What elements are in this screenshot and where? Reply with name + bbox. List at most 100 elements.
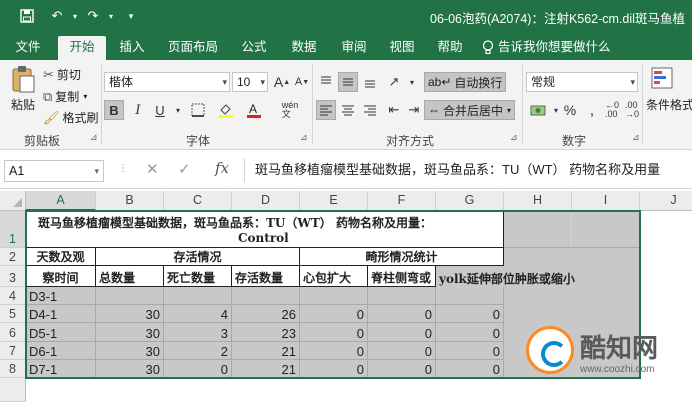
formula-input[interactable]: 斑马鱼移植瘤模型基础数据，斑马鱼品系：TU（WT） 药物名称及用量: [244, 158, 692, 182]
copy-dropdown-icon[interactable]: ▾: [83, 92, 87, 101]
data-cell[interactable]: 30: [96, 323, 164, 342]
cell-b2[interactable]: 存活情况: [96, 248, 300, 266]
align-top-icon[interactable]: [316, 72, 336, 92]
save-icon[interactable]: [18, 7, 36, 25]
data-cell[interactable]: 0: [300, 305, 368, 323]
column-header-b[interactable]: B: [96, 191, 164, 211]
underline-dropdown-icon[interactable]: ▾: [168, 100, 188, 120]
tab-review[interactable]: 审阅: [334, 36, 374, 60]
borders-icon[interactable]: [188, 100, 208, 120]
row-header-8[interactable]: 8: [0, 360, 26, 378]
data-cell[interactable]: 0: [436, 342, 504, 360]
cell-e2[interactable]: 畸形情况统计: [300, 248, 504, 266]
data-cell[interactable]: 23: [232, 323, 300, 342]
data-cell[interactable]: 0: [164, 360, 232, 378]
orientation-dropdown-icon[interactable]: ▾: [402, 72, 422, 92]
column-header-h[interactable]: H: [504, 191, 572, 211]
data-cell[interactable]: 0: [368, 323, 436, 342]
decrease-font-icon[interactable]: A ▼: [292, 72, 312, 92]
data-cell[interactable]: 0: [368, 342, 436, 360]
data-cell[interactable]: 30: [96, 342, 164, 360]
column-header-d[interactable]: D: [232, 191, 300, 211]
italic-button[interactable]: I: [128, 100, 148, 120]
data-cell[interactable]: 0: [300, 360, 368, 378]
data-cell[interactable]: [300, 287, 368, 305]
cell-h1[interactable]: [504, 211, 572, 248]
font-color-icon[interactable]: A: [244, 100, 264, 120]
cell-c3[interactable]: 死亡数量: [164, 266, 232, 287]
decrease-indent-icon[interactable]: ⇤: [384, 100, 404, 120]
data-cell[interactable]: 0: [300, 323, 368, 342]
underline-button[interactable]: U: [150, 100, 170, 120]
data-cell[interactable]: 21: [232, 360, 300, 378]
data-cell[interactable]: 30: [96, 360, 164, 378]
undo-dropdown-icon[interactable]: ▾: [66, 7, 84, 25]
redo-dropdown-icon[interactable]: ▾: [102, 7, 120, 25]
tab-data[interactable]: 数据: [284, 36, 324, 60]
align-center-icon[interactable]: [338, 100, 358, 120]
data-cell[interactable]: 30: [96, 305, 164, 323]
align-middle-icon[interactable]: [338, 72, 358, 92]
data-cell[interactable]: 0: [368, 360, 436, 378]
wrap-text-button[interactable]: ab↵ 自动换行: [424, 72, 507, 92]
drag-handle-icon[interactable]: ⋮: [118, 163, 128, 174]
row-label-cell[interactable]: D5-1: [26, 323, 96, 342]
column-header-e[interactable]: E: [300, 191, 368, 211]
data-cell[interactable]: 0: [436, 323, 504, 342]
comma-style-icon[interactable]: ,: [582, 100, 602, 120]
customize-toolbar-icon[interactable]: ▾: [122, 7, 140, 25]
row-label-cell[interactable]: D6-1: [26, 342, 96, 360]
row-header-4[interactable]: 4: [0, 287, 26, 305]
alignment-launcher-icon[interactable]: ⊿: [510, 132, 518, 143]
select-all-button[interactable]: [0, 191, 26, 211]
increase-indent-icon[interactable]: ⇥: [404, 100, 424, 120]
cell-a1[interactable]: 斑马鱼移植瘤模型基础数据，斑马鱼品系：TU（WT） 药物名称及用量： Contr…: [26, 211, 504, 248]
conditional-formatting-button[interactable]: 条件格式: [646, 66, 692, 113]
column-header-a[interactable]: A: [26, 191, 96, 211]
tab-home[interactable]: 开始: [58, 36, 106, 60]
data-cell[interactable]: 0: [436, 305, 504, 323]
cell-f3[interactable]: 脊柱侧弯或: [368, 266, 436, 287]
cell-b3[interactable]: 总数量: [96, 266, 164, 287]
font-launcher-icon[interactable]: ⊿: [300, 132, 308, 143]
redo-icon[interactable]: ↷: [84, 7, 102, 25]
column-header-j[interactable]: J: [640, 191, 692, 211]
tell-me-search[interactable]: 告诉我你想要做什么: [482, 36, 611, 58]
row-header-6[interactable]: 6: [0, 323, 26, 342]
row-header-2[interactable]: 2: [0, 248, 26, 266]
column-header-f[interactable]: F: [368, 191, 436, 211]
increase-decimal-icon[interactable]: ←0.00: [602, 100, 622, 120]
row-label-cell[interactable]: D4-1: [26, 305, 96, 323]
name-box[interactable]: A1 ▾: [4, 160, 104, 182]
data-cell[interactable]: [368, 287, 436, 305]
copy-button[interactable]: ⧉ 复制 ▾: [43, 88, 87, 105]
data-cell[interactable]: [164, 287, 232, 305]
data-cell[interactable]: 21: [232, 342, 300, 360]
merge-center-button[interactable]: ⇔ 合并后居中 ▾: [424, 100, 516, 120]
row-label-cell[interactable]: D3-1: [26, 287, 96, 305]
cancel-icon[interactable]: ✕: [146, 160, 159, 178]
row-header-1[interactable]: 1: [0, 211, 26, 248]
row-header-5[interactable]: 5: [0, 305, 26, 323]
tab-page-layout[interactable]: 页面布局: [162, 36, 224, 60]
tab-insert[interactable]: 插入: [112, 36, 152, 60]
align-bottom-icon[interactable]: [360, 72, 380, 92]
align-right-icon[interactable]: [360, 100, 380, 120]
data-cell[interactable]: [232, 287, 300, 305]
cell-e3[interactable]: 心包扩大: [300, 266, 368, 287]
cell-i1[interactable]: [572, 211, 640, 248]
format-painter-button[interactable]: 🖌 格式刷: [43, 109, 99, 126]
data-cell[interactable]: 4: [164, 305, 232, 323]
increase-font-icon[interactable]: A ▲: [272, 72, 292, 92]
cell-g3[interactable]: yolk延伸部位肿胀或缩小: [436, 266, 616, 287]
column-header-c[interactable]: C: [164, 191, 232, 211]
row-label-cell[interactable]: D7-1: [26, 360, 96, 378]
tab-file[interactable]: 文件: [8, 36, 48, 60]
insert-function-icon[interactable]: fx: [215, 159, 229, 177]
cell-d3[interactable]: 存活数量: [232, 266, 300, 287]
cell-a2[interactable]: 天数及观: [26, 248, 96, 266]
decrease-decimal-icon[interactable]: .00 →0: [622, 100, 642, 120]
tab-help[interactable]: 帮助: [430, 36, 470, 60]
data-cell[interactable]: 0: [436, 360, 504, 378]
fill-color-icon[interactable]: [216, 100, 236, 120]
